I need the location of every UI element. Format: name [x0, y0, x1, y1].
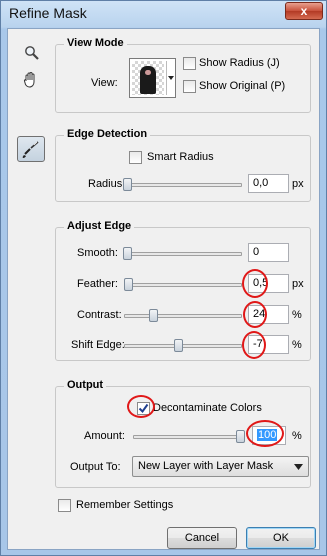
- amount-label: Amount:: [84, 430, 125, 442]
- hand-icon: [23, 72, 35, 88]
- feather-slider-track[interactable]: [124, 283, 242, 287]
- dialog-body: View Mode View: Show Radius (J) Show Ori…: [7, 28, 320, 550]
- contrast-slider-thumb[interactable]: [149, 309, 158, 322]
- remember-settings-label: Remember Settings: [76, 499, 174, 511]
- smooth-label: Smooth:: [77, 247, 118, 259]
- edge-detection-group: Edge Detection Smart Radius Radius: 0,0 …: [55, 128, 311, 202]
- contrast-label: Contrast:: [77, 309, 122, 321]
- edge-detection-title: Edge Detection: [64, 128, 151, 140]
- feather-annotation-circle: [242, 269, 268, 298]
- close-icon: x: [300, 4, 308, 18]
- smooth-slider-thumb[interactable]: [123, 247, 132, 260]
- feather-unit: px: [292, 278, 304, 290]
- amount-slider-thumb[interactable]: [236, 430, 245, 443]
- adjust-edge-title: Adjust Edge: [64, 220, 135, 232]
- cancel-button[interactable]: Cancel: [167, 527, 237, 549]
- output-to-label: Output To:: [70, 461, 121, 473]
- smooth-input[interactable]: 0: [248, 243, 289, 262]
- shift-edge-slider-thumb[interactable]: [174, 339, 183, 352]
- contrast-annotation-circle: [243, 301, 267, 328]
- amount-slider-track[interactable]: [133, 435, 245, 439]
- radius-input[interactable]: 0,0: [248, 174, 289, 193]
- decontaminate-label: Decontaminate Colors: [153, 402, 262, 414]
- contrast-slider-track[interactable]: [124, 314, 242, 318]
- view-label: View:: [91, 77, 118, 89]
- output-to-value: New Layer with Layer Mask: [138, 460, 274, 472]
- shift-edge-annotation-circle: [242, 331, 266, 359]
- refine-radius-tool-button[interactable]: [17, 136, 45, 162]
- show-radius-label: Show Radius (J): [199, 57, 280, 69]
- window-title: Refine Mask: [9, 5, 87, 21]
- adjust-edge-group: Adjust Edge Smooth: 0 Feather: 0,5 px Co…: [55, 220, 311, 361]
- shift-edge-unit: %: [292, 339, 302, 351]
- ok-button[interactable]: OK: [246, 527, 316, 549]
- amount-unit: %: [292, 430, 302, 442]
- chevron-down-icon: [294, 464, 303, 470]
- show-radius-checkbox[interactable]: [183, 57, 196, 70]
- view-dropdown-arrow: [166, 61, 174, 95]
- smooth-slider-track[interactable]: [124, 252, 242, 256]
- view-mode-dropdown[interactable]: [129, 58, 176, 98]
- refine-radius-brush-icon: [22, 141, 39, 158]
- output-group: Output Decontaminate Colors Amount: 100 …: [55, 379, 311, 488]
- smart-radius-label: Smart Radius: [147, 151, 214, 163]
- show-original-label: Show Original (P): [199, 80, 286, 92]
- output-to-select[interactable]: New Layer with Layer Mask: [132, 456, 309, 477]
- feather-label: Feather:: [77, 278, 118, 290]
- refine-mask-dialog: Refine Mask x View Mode View: Show Radiu…: [0, 0, 327, 556]
- amount-annotation-circle: [246, 420, 284, 447]
- show-original-checkbox[interactable]: [183, 80, 196, 93]
- shift-edge-label: Shift Edge:: [71, 339, 125, 351]
- output-title: Output: [64, 379, 107, 391]
- radius-unit: px: [292, 178, 304, 190]
- decontaminate-annotation-circle: [127, 395, 155, 418]
- contrast-unit: %: [292, 309, 302, 321]
- smart-radius-checkbox[interactable]: [129, 151, 142, 164]
- view-mode-title: View Mode: [64, 37, 127, 49]
- radius-slider-thumb[interactable]: [123, 178, 132, 191]
- hand-tool[interactable]: [20, 71, 42, 93]
- view-mode-group: View Mode View: Show Radius (J) Show Ori…: [55, 37, 311, 113]
- close-button[interactable]: x: [285, 2, 323, 20]
- title-bar[interactable]: Refine Mask x: [1, 1, 326, 27]
- radius-slider-track[interactable]: [124, 183, 242, 187]
- feather-slider-thumb[interactable]: [124, 278, 133, 291]
- zoom-icon: [25, 46, 39, 60]
- remember-settings-checkbox[interactable]: [58, 499, 71, 512]
- chevron-down-icon: [168, 76, 174, 80]
- radius-label: Radius:: [88, 178, 126, 190]
- zoom-tool[interactable]: [21, 45, 43, 67]
- shift-edge-slider-track[interactable]: [124, 344, 242, 348]
- view-thumbnail: [132, 61, 164, 95]
